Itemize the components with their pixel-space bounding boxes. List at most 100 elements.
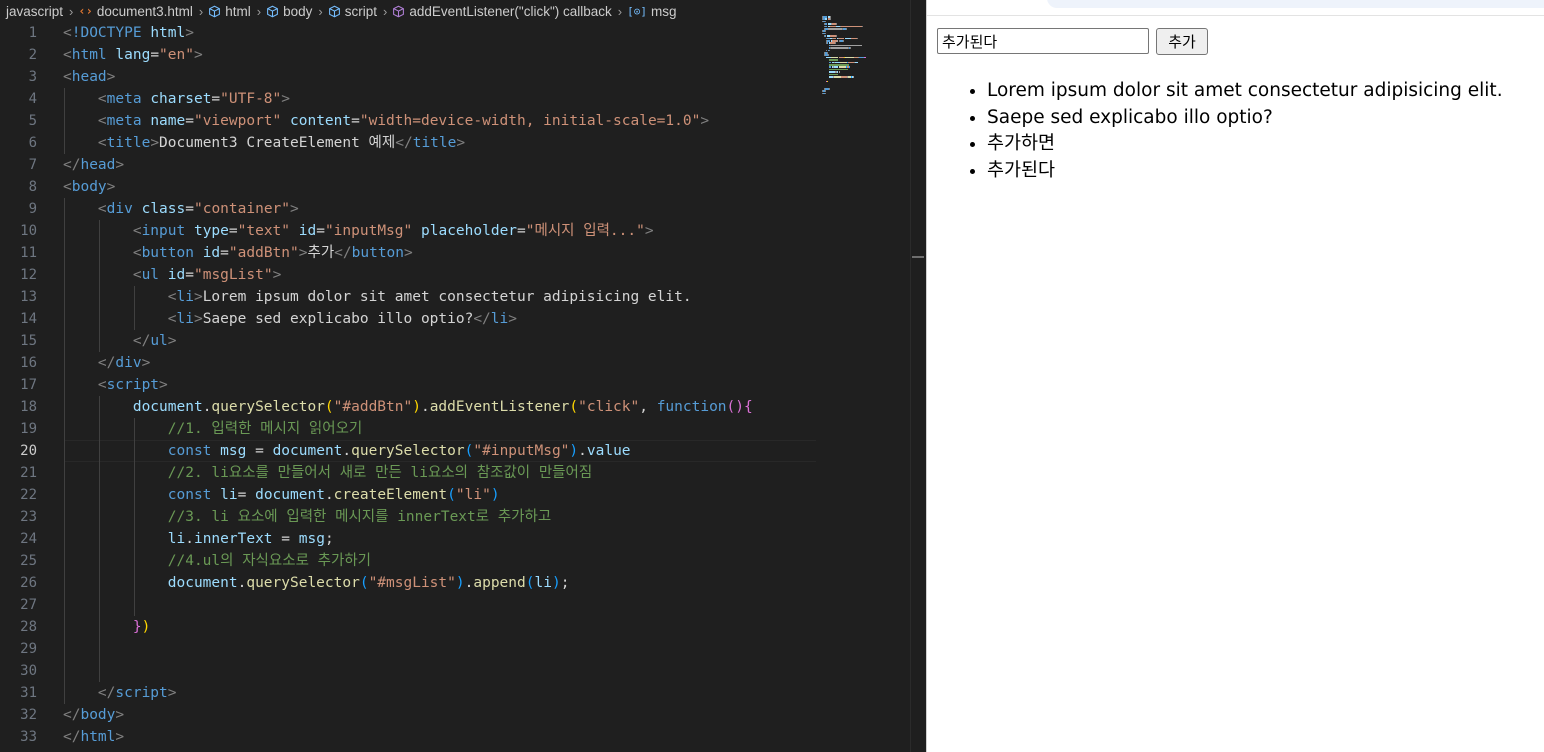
code-text: </ul> (132, 333, 177, 349)
code-line[interactable]: 33 </html> (0, 726, 908, 748)
chevron-right-icon: › (382, 3, 388, 19)
code-line[interactable]: 28 }) (0, 616, 908, 638)
indent-guide (99, 396, 100, 682)
code-line[interactable]: 21 //2. li요소를 만들어서 새로 만든 li요소의 참조값이 만들어짐 (0, 462, 908, 484)
line-number: 22 (20, 487, 37, 503)
code-line[interactable]: 12 <ul id="msgList"> (0, 264, 908, 286)
breadcrumb-label: document3.html (96, 3, 193, 19)
minimap-stroke (830, 25, 836, 28)
code-text: const msg = document.querySelector("#inp… (167, 443, 631, 459)
editor-scrollbar[interactable] (910, 0, 926, 752)
code-text: <script> (97, 377, 168, 393)
code-line[interactable]: 11 <button id="addBtn">추가</button> (0, 242, 908, 264)
code-text: </body> (63, 707, 125, 723)
code-text: const li= document.createElement("li") (167, 487, 500, 503)
code-line[interactable]: 18 document.querySelector("#addBtn").add… (0, 396, 908, 418)
code-text: document.querySelector("#addBtn").addEve… (132, 399, 753, 415)
list-item: Lorem ipsum dolor sit amet consectetur a… (987, 78, 1503, 105)
code-line[interactable]: 10 <input type="text" id="inputMsg" plac… (0, 220, 908, 242)
breadcrumb-item-msg[interactable]: [⊙] msg (627, 4, 676, 19)
code-text: <title>Document3 CreateElement 예제</title… (97, 135, 466, 151)
code-line[interactable]: 31 </script> (0, 682, 908, 704)
code-line[interactable]: 23 //3. li 요소에 입력한 메시지를 innerText로 추가하고 (0, 506, 908, 528)
code-editor[interactable]: javascript › ‹› document3.html › html › … (0, 0, 926, 752)
code-line[interactable]: 4 <meta charset="UTF-8"> (0, 88, 908, 110)
message-input[interactable] (937, 28, 1149, 54)
list-item: Saepe sed explicabo illo optio? (987, 105, 1503, 132)
code-line[interactable]: 7 </head> (0, 154, 908, 176)
indent-guide (64, 88, 65, 154)
minimap-stroke (828, 64, 849, 66)
minimap-stroke (828, 28, 843, 30)
code-line[interactable]: 5 <meta name="viewport" content="width=d… (0, 110, 908, 132)
element-cube-icon (267, 5, 278, 17)
html-file-icon: ‹› (78, 4, 93, 18)
line-number: 9 (28, 201, 37, 217)
code-line[interactable]: 6 <title>Document3 CreateElement 예제</tit… (0, 132, 908, 154)
code-text: </head> (63, 157, 125, 173)
code-text: <head> (63, 69, 116, 85)
code-area[interactable]: 1 <!DOCTYPE html> 2 <html lang="en"> 3 <head>… (0, 22, 908, 752)
code-line[interactable]: 14 <li>Saepe sed explicabo illo optio?</… (0, 308, 908, 330)
code-line[interactable]: 32 </body> (0, 704, 908, 726)
code-line[interactable]: 3 <head> (0, 66, 908, 88)
code-line[interactable]: 27 (0, 594, 908, 616)
code-line[interactable]: 13 <li>Lorem ipsum dolor sit amet consec… (0, 286, 908, 308)
line-number: 12 (20, 267, 37, 283)
code-line[interactable]: 1 <!DOCTYPE html> (0, 22, 908, 44)
address-bar[interactable] (1047, 0, 1544, 8)
code-text: <!DOCTYPE html> (63, 25, 194, 41)
code-line[interactable]: 8 <body> (0, 176, 908, 198)
breadcrumb-item-callback[interactable]: addEventListener("click") callback (392, 4, 612, 19)
line-number: 3 (28, 69, 37, 85)
add-button[interactable]: 추가 (1156, 28, 1208, 55)
line-number: 8 (28, 179, 37, 195)
code-line[interactable]: 29 (0, 638, 908, 660)
breadcrumb-item-html[interactable]: html (208, 4, 251, 19)
breadcrumb-item-body[interactable]: body (266, 4, 312, 19)
line-number: 31 (20, 685, 37, 701)
code-text: }) (132, 619, 151, 635)
line-number: 17 (20, 377, 37, 393)
code-line[interactable]: 2 <html lang="en"> (0, 44, 908, 66)
minimap-stroke (845, 56, 854, 59)
code-line[interactable]: 25 //4.ul의 자식요소로 추가하기 (0, 550, 908, 572)
minimap-stroke (829, 16, 831, 18)
line-number: 5 (28, 113, 37, 129)
code-line[interactable]: 22 const li= document.createElement("li"… (0, 484, 908, 506)
code-text: //3. li 요소에 입력한 메시지를 innerText로 추가하고 (167, 509, 552, 525)
line-number: 30 (20, 663, 37, 679)
code-line[interactable]: 15 </ul> (0, 330, 908, 352)
minimap-stroke (853, 76, 855, 78)
indent-guide (64, 198, 65, 704)
breadcrumb-item-script[interactable]: script (328, 4, 377, 19)
line-number: 33 (20, 729, 37, 745)
code-text: document.querySelector("#msgList").appen… (167, 575, 570, 591)
code-line[interactable]: 16 </div> (0, 352, 908, 374)
code-line[interactable]: 17 <script> (0, 374, 908, 396)
minimap-stroke (824, 20, 826, 23)
list-item: 추가된다 (987, 158, 1503, 185)
breadcrumb-item-folder[interactable]: javascript (6, 4, 63, 19)
code-line[interactable]: 30 (0, 660, 908, 682)
element-cube-icon (328, 5, 340, 17)
line-number: 10 (20, 223, 37, 239)
code-line[interactable]: 24 li.innerText = msg; (0, 528, 908, 550)
message-list: Lorem ipsum dolor sit amet consectetur a… (987, 78, 1503, 184)
indent-guide (134, 418, 135, 616)
chevron-right-icon: › (256, 3, 262, 19)
code-line[interactable]: 20 const msg = document.querySelector("#… (0, 440, 908, 462)
breadcrumb-label: javascript (6, 3, 64, 19)
code-text: </html> (63, 729, 125, 745)
code-line[interactable]: 9 <div class="container"> (0, 198, 908, 220)
code-text: <ul id="msgList"> (132, 267, 282, 283)
minimap-stroke (848, 66, 850, 68)
line-number: 11 (20, 245, 37, 261)
minimap-stroke (826, 40, 831, 42)
minimap[interactable] (822, 16, 912, 96)
code-line[interactable]: 19 //1. 입력한 메시지 읽어오기 (0, 418, 908, 440)
breadcrumb-item-file[interactable]: ‹› document3.html (78, 4, 193, 19)
code-line[interactable]: 26 document.querySelector("#msgList").ap… (0, 572, 908, 594)
minimap-stroke (828, 73, 839, 76)
code-text: <input type="text" id="inputMsg" placeho… (132, 223, 654, 239)
